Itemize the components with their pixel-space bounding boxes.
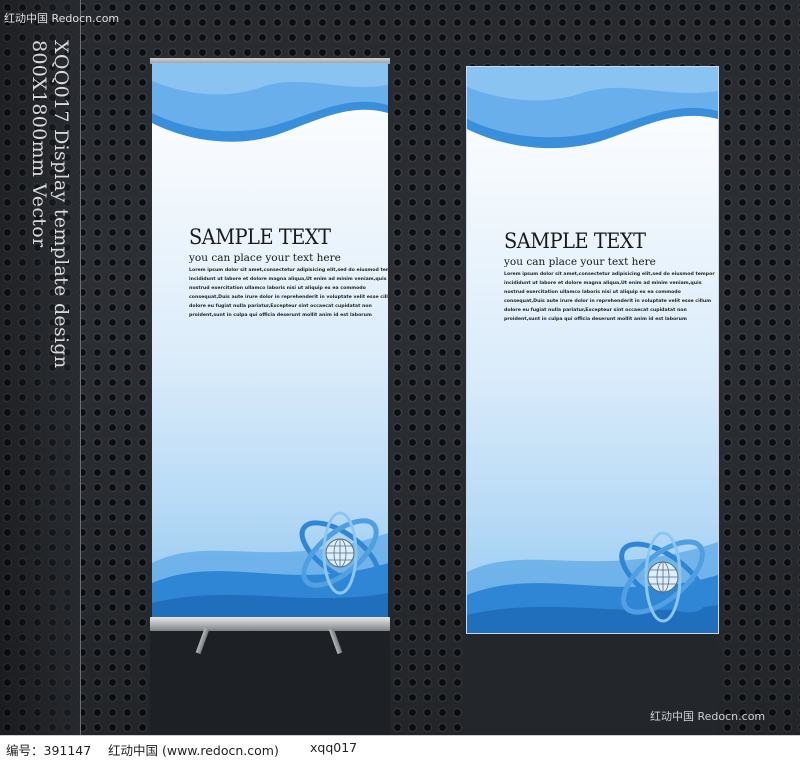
side-caption-line-1: XQQ017 Display template design	[50, 40, 72, 369]
watermark-top-left: 红动中国 Redocn.com	[4, 12, 120, 25]
banner-1-title: SAMPLE TEXT	[189, 225, 331, 249]
banner-2-subtitle: you can place your text here	[504, 256, 656, 268]
footer-id: 编号：391147	[6, 743, 92, 758]
banner-2-body: Lorem ipsum dolor sit amet,consectetur a…	[504, 272, 715, 322]
banner-1-body: Lorem ipsum dolor sit amet,consectetur a…	[189, 268, 388, 318]
banner-1-stand-base	[150, 617, 390, 631]
banner-2-text: SAMPLE TEXT you can place your text here…	[504, 229, 715, 324]
banner-1-floor-shadow	[150, 631, 390, 735]
watermark-bottom-right: 红动中国 Redocn.com	[650, 710, 766, 723]
side-caption: XQQ017 Display template design 800X1800m…	[28, 40, 72, 368]
footer-bar: 编号：391147 红动中国 (www.redocn.com) xqq017	[0, 735, 800, 761]
banner-1-subtitle: you can place your text here	[189, 252, 341, 264]
banner-2: SAMPLE TEXT you can place your text here…	[466, 66, 719, 634]
footer-code: xqq017	[310, 740, 358, 755]
banner-1: SAMPLE TEXT you can place your text here…	[152, 63, 388, 619]
banner-2-graphics	[467, 67, 718, 633]
banner-2-title: SAMPLE TEXT	[504, 229, 646, 253]
banner-1-text: SAMPLE TEXT you can place your text here…	[189, 225, 388, 320]
banner-1-graphics	[152, 63, 388, 619]
side-caption-line-2: 800X1800mm Vector	[28, 40, 50, 248]
footer-site[interactable]: 红动中国 (www.redocn.com)	[108, 740, 279, 759]
